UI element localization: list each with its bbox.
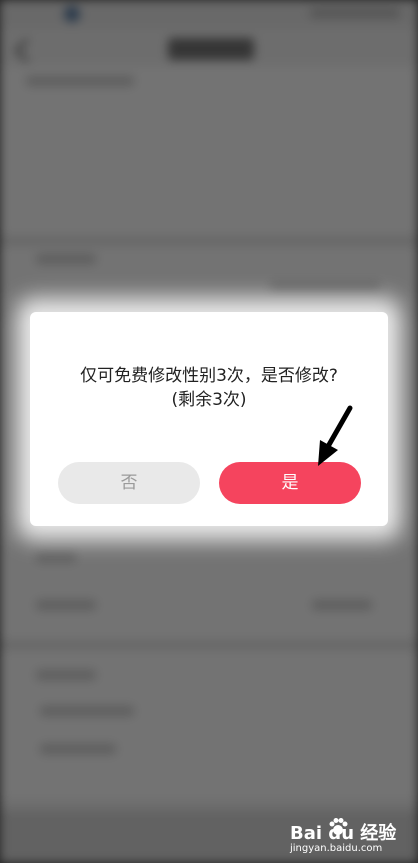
- yes-button[interactable]: 是: [219, 462, 361, 504]
- watermark-brand: Bai du 经验: [290, 823, 397, 844]
- watermark: Bai du 经验 jingyan.baidu.com: [290, 818, 410, 859]
- watermark-url: jingyan.baidu.com: [290, 843, 383, 854]
- no-button[interactable]: 否: [58, 462, 200, 504]
- arrow-pointer-icon: [318, 405, 353, 466]
- dialog-message-line1: 仅可免费修改性别3次，是否修改?: [80, 366, 338, 386]
